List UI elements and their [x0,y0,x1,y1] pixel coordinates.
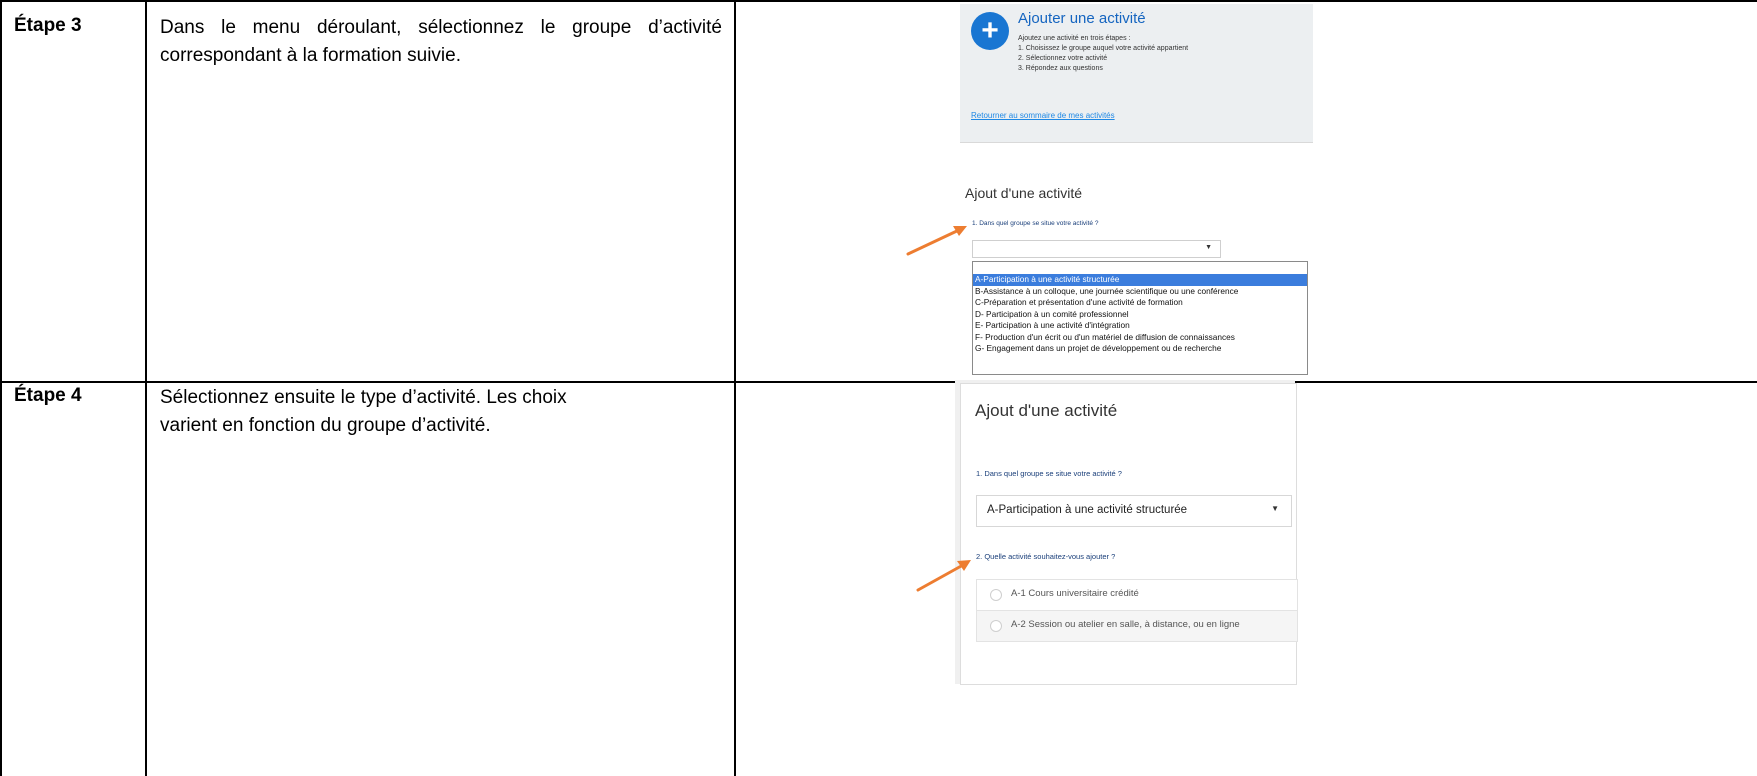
table-col-divider-1 [145,0,147,776]
dropdown-option[interactable]: C-Préparation et présentation d'une acti… [973,297,1307,309]
caret-down-icon: ▼ [1271,504,1279,513]
instruction-line: varient en fonction du groupe d’activité… [160,415,491,436]
radio-icon[interactable] [990,589,1002,601]
panel-title: Ajouter une activité [1018,10,1146,27]
table-border-top [0,0,1757,2]
radio-icon[interactable] [990,620,1002,632]
step-label: Étape 4 [14,385,82,406]
dropdown-blank-option[interactable] [973,262,1307,274]
screenshot-add-activity-dropdown: + Ajouter une activité Ajoutez une activ… [955,4,1313,377]
arrow-pointer-icon [906,226,967,256]
group-select[interactable]: A-Participation à une activité structuré… [976,495,1292,527]
panel-step-item: 3. Répondez aux questions [1018,65,1103,72]
step-instruction: Sélectionnez ensuite le type d’activité.… [160,384,730,440]
dropdown-option[interactable]: B-Assistance à un colloque, une journée … [973,286,1307,298]
panel-step-item: 2. Sélectionnez votre activité [1018,55,1108,62]
radio-label: A-1 Cours universitaire crédité [1011,588,1139,599]
step-instruction: Dans le menu déroulant, sélectionnez le … [160,17,722,66]
table-row-divider [0,381,1757,383]
form-heading: Ajout d'une activité [965,185,1083,201]
form-area: Ajout d'une activité 1. Dans quel groupe… [960,142,1313,377]
add-activity-panel: + Ajouter une activité Ajoutez une activ… [960,4,1313,142]
dropdown-option[interactable]: E- Participation à une activité d'intégr… [973,320,1307,332]
panel-intro: Ajoutez une activité en trois étapes : [1018,35,1131,42]
activity-radio-option[interactable]: A-1 Cours universitaire crédité [976,579,1298,611]
question-2-label: 2. Quelle activité souhaitez-vous ajoute… [976,552,1116,561]
plus-icon[interactable]: + [971,12,1009,50]
screenshot-select-activity: Ajout d'une activité 1. Dans quel groupe… [955,380,1298,685]
group-select[interactable]: ▼ [972,240,1221,258]
arrow-pointer-icon [916,560,971,592]
dropdown-option[interactable]: A-Participation à une activité structuré… [973,274,1307,286]
instruction-table: Étape 3 Dans le menu déroulant, sélectio… [0,0,1757,776]
group-dropdown-list[interactable]: A-Participation à une activité structuré… [972,261,1308,375]
radio-label: A-2 Session ou atelier en salle, à dista… [1011,619,1240,630]
select-value: A-Participation à une activité structuré… [987,504,1188,516]
caret-down-icon: ▼ [1205,244,1212,251]
form-card: Ajout d'une activité 1. Dans quel groupe… [960,383,1298,685]
back-to-summary-link[interactable]: Retourner au sommaire de mes activités [971,111,1115,120]
form-heading: Ajout d'une activité [975,401,1118,420]
dropdown-option[interactable]: D- Participation à un comité professionn… [973,309,1307,321]
dropdown-option[interactable]: G- Engagement dans un projet de développ… [973,343,1307,355]
table-col-divider-2 [734,0,736,776]
step-label: Étape 3 [14,15,82,36]
table-border-left [0,0,2,776]
question-1-label: 1. Dans quel groupe se situe votre activ… [976,469,1122,478]
activity-radio-option[interactable]: A-2 Session ou atelier en salle, à dista… [976,610,1298,642]
panel-step-item: 1. Choisissez le groupe auquel votre act… [1018,45,1189,52]
question-1-label: 1. Dans quel groupe se situe votre activ… [972,220,1099,227]
dropdown-option[interactable]: F- Production d'un écrit ou d'un matérie… [973,332,1307,344]
instruction-line: Sélectionnez ensuite le type d’activité.… [160,387,567,408]
